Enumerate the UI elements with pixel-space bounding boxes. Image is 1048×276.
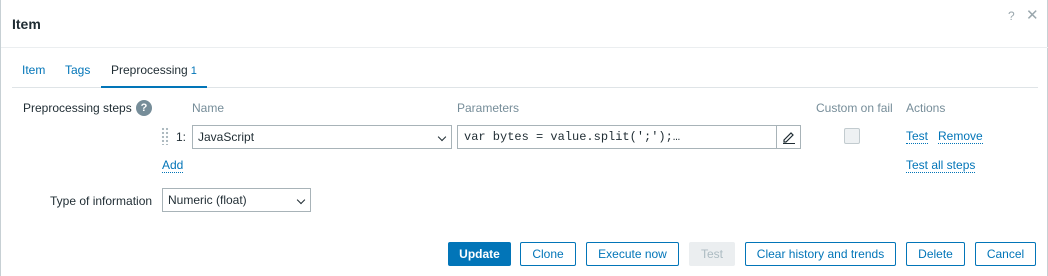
item-dialog: Item ? ✕ Item Tags Preprocessing 1 Prepro…: [0, 0, 1048, 276]
tab-item-label: Item: [22, 63, 46, 77]
cancel-button[interactable]: Cancel: [975, 242, 1036, 266]
chevron-down-icon: [296, 195, 306, 205]
preprocessing-steps-label: Preprocessing steps: [23, 101, 132, 115]
type-of-information-select[interactable]: Numeric (float): [162, 188, 311, 212]
step-type-value: JavaScript: [198, 130, 255, 144]
step-number: 1:: [176, 130, 187, 144]
tab-preprocessing[interactable]: Preprocessing 1: [101, 58, 207, 88]
drag-handle-icon[interactable]: [161, 127, 169, 145]
test-all-steps-link[interactable]: Test all steps: [906, 159, 976, 173]
execute-now-button[interactable]: Execute now: [586, 242, 679, 266]
tab-bar: Item Tags Preprocessing 1: [12, 58, 1038, 88]
dialog-title: Item: [12, 16, 41, 32]
help-icon[interactable]: ?: [1008, 9, 1015, 23]
pencil-icon: [783, 132, 795, 144]
add-step-link[interactable]: Add: [162, 159, 184, 173]
close-icon[interactable]: ✕: [1026, 8, 1039, 23]
column-header-parameters: Parameters: [457, 101, 520, 115]
step-parameters-field[interactable]: var bytes = value.split(';');…: [457, 125, 801, 149]
update-button[interactable]: Update: [448, 242, 511, 266]
delete-button[interactable]: Delete: [906, 242, 965, 266]
test-button[interactable]: Test: [689, 242, 735, 266]
dialog-header: Item ? ✕: [1, 0, 1048, 48]
column-header-actions: Actions: [906, 101, 946, 115]
clone-button[interactable]: Clone: [520, 242, 576, 266]
step-parameters-value: var bytes = value.split(';');…: [464, 130, 681, 144]
test-step-link[interactable]: Test: [906, 130, 929, 144]
question-help-icon[interactable]: ?: [136, 100, 152, 116]
tab-preprocessing-count: 1: [190, 65, 197, 77]
chevron-down-icon: [437, 132, 447, 142]
edit-script-button[interactable]: [776, 126, 800, 148]
column-header-name: Name: [192, 101, 225, 115]
step-type-select[interactable]: JavaScript: [192, 125, 452, 149]
tab-preprocessing-label: Preprocessing: [111, 63, 188, 77]
tab-tags[interactable]: Tags: [55, 58, 100, 88]
custom-on-fail-checkbox[interactable]: [844, 128, 860, 144]
remove-step-link[interactable]: Remove: [938, 130, 983, 144]
tab-tags-label: Tags: [65, 63, 91, 77]
type-of-information-label: Type of information: [50, 194, 153, 208]
clear-history-button[interactable]: Clear history and trends: [745, 242, 896, 266]
tab-item[interactable]: Item: [12, 58, 55, 88]
type-of-information-value: Numeric (float): [168, 193, 247, 207]
column-header-custom-on-fail: Custom on fail: [816, 101, 893, 115]
